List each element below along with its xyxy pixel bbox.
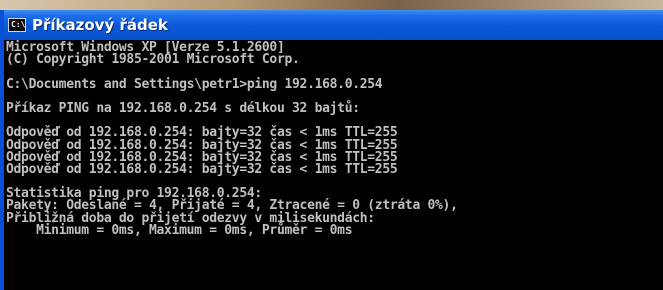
desktop-background xyxy=(0,0,663,10)
console-line: Odpověď od 192.168.0.254: bajty=32 čas <… xyxy=(6,161,398,177)
console-line: Minimum = 0ms, Maximum = 0ms, Průměr = 0… xyxy=(6,222,353,238)
console-line: Příkaz PING na 192.168.0.254 s délkou 32… xyxy=(6,100,360,116)
command-prompt-window[interactable]: C:\ Příkazový řádek Microsoft Windows XP… xyxy=(0,10,663,290)
console-line: (C) Copyright 1985-2001 Microsoft Corp. xyxy=(6,52,300,68)
console-line: C:\Documents and Settings\petr1>ping 192… xyxy=(6,76,383,92)
title-bar[interactable]: C:\ Příkazový řádek xyxy=(4,10,663,40)
window-title: Příkazový řádek xyxy=(32,16,168,34)
command-prompt-icon[interactable]: C:\ xyxy=(8,18,26,32)
console-output[interactable]: Microsoft Windows XP [Verze 5.1.2600] (C… xyxy=(4,40,663,290)
